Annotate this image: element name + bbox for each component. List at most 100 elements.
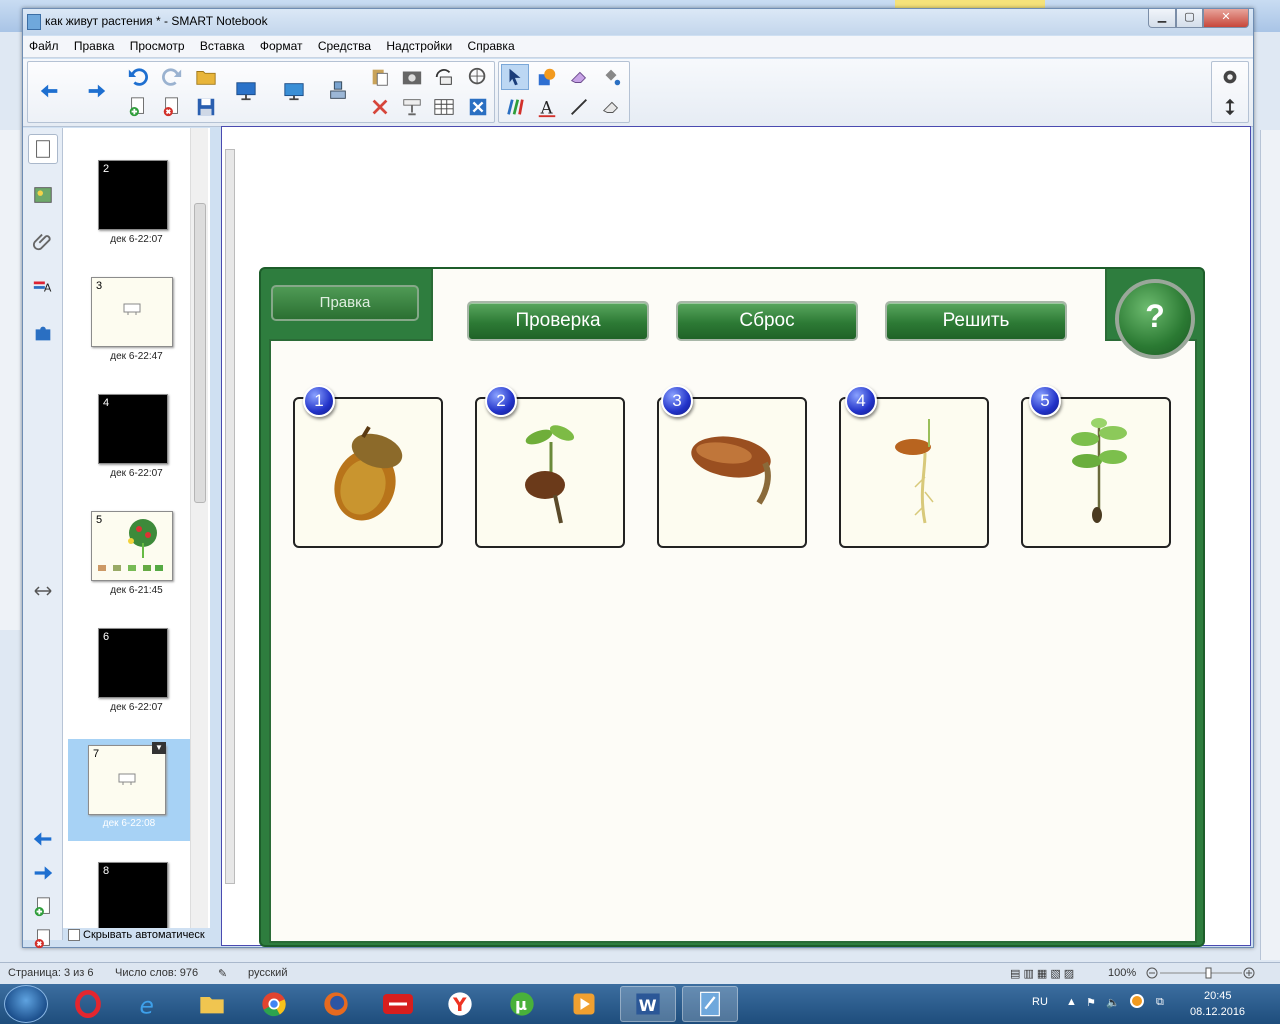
word-scrollbar[interactable] (1260, 130, 1280, 960)
text-tool-icon[interactable]: A (533, 94, 561, 120)
menu-file[interactable]: Файл (23, 36, 65, 56)
next-page-icon[interactable] (82, 78, 110, 104)
clock-date[interactable]: 08.12.2016 (1190, 1006, 1245, 1018)
screen-capture-icon[interactable] (398, 64, 426, 90)
sequence-card-root[interactable] (839, 397, 989, 548)
sequence-card-acorn[interactable] (293, 397, 443, 548)
page-sorter-tab-icon[interactable] (28, 134, 58, 164)
delete-page-icon[interactable] (158, 94, 186, 120)
keyboard-language[interactable]: RU (1032, 996, 1048, 1008)
shapes-icon[interactable] (533, 64, 561, 90)
close-window-icon[interactable] (464, 94, 492, 120)
utorrent-icon[interactable]: µ (494, 986, 550, 1022)
canvas-scroll-thumb[interactable] (225, 149, 235, 884)
delete-icon[interactable] (366, 94, 394, 120)
attachments-tab-icon[interactable] (28, 226, 58, 256)
media-app-icon[interactable] (370, 986, 426, 1022)
word-count[interactable]: Число слов: 976 (115, 967, 198, 979)
line-tool-icon[interactable] (565, 94, 593, 120)
yandex-browser-icon[interactable]: Y (432, 986, 488, 1022)
zoom-level[interactable]: 100% (1108, 967, 1136, 979)
addons-tab-icon[interactable] (28, 318, 58, 348)
sorter-add-page-icon[interactable] (28, 892, 58, 922)
view-mode-icons[interactable]: ▤ ▥ ▦ ▧ ▨ (1010, 967, 1074, 980)
autohide-checkbox-box[interactable] (68, 929, 80, 941)
show-hidden-icons-icon[interactable]: ▲ (1066, 996, 1077, 1008)
screen-shade-icon[interactable] (232, 78, 260, 104)
full-screen-icon[interactable] (280, 78, 308, 104)
menu-format[interactable]: Формат (254, 36, 309, 56)
clock-time[interactable]: 20:45 (1204, 990, 1232, 1002)
table-icon[interactable] (430, 94, 458, 120)
edit-button[interactable]: Правка (271, 285, 419, 321)
pens-icon[interactable] (501, 94, 529, 120)
page-thumbnail[interactable]: 4 дек 6-22:07 (63, 392, 210, 492)
paste-icon[interactable] (366, 64, 394, 90)
page-count[interactable]: Страница: 3 из 6 (8, 967, 94, 979)
word-taskbar-icon[interactable]: W (620, 986, 676, 1022)
page-thumbnail[interactable]: 2 дек 6-22:07 (63, 158, 210, 258)
gallery-tab-icon[interactable] (28, 180, 58, 210)
firefox-icon[interactable] (308, 986, 364, 1022)
page-thumbnail[interactable]: 3 дек 6-22:47 (63, 275, 210, 375)
solve-button[interactable]: Решить (885, 301, 1067, 341)
sorter-prev-page-icon[interactable] (28, 824, 58, 854)
move-toolbar-icon[interactable] (1216, 94, 1244, 120)
sequence-card-sprouting-acorn[interactable] (657, 397, 807, 548)
menu-addons[interactable]: Надстройки (380, 36, 458, 56)
smart-notebook-taskbar-icon[interactable] (682, 986, 738, 1022)
reset-button[interactable]: Сброс (676, 301, 858, 341)
menu-view[interactable]: Просмотр (124, 36, 191, 56)
previous-page-icon[interactable] (36, 78, 64, 104)
menu-tools[interactable]: Средства (312, 36, 377, 56)
eraser-tool-icon[interactable] (565, 64, 593, 90)
sequence-card-seedling[interactable] (475, 397, 625, 548)
fill-icon[interactable] (597, 64, 625, 90)
tray-app-icon[interactable] (1130, 994, 1144, 1008)
network-icon[interactable]: ⧉ (1156, 996, 1164, 1009)
page-thumbnail[interactable]: 6 дек 6-22:07 (63, 626, 210, 726)
zoom-slider[interactable] (1146, 966, 1255, 980)
close-button[interactable]: ✕ (1203, 9, 1249, 28)
opera-icon[interactable] (60, 986, 116, 1022)
minimize-button[interactable]: ▁ (1148, 9, 1176, 28)
sorter-scroll-thumb[interactable] (194, 203, 206, 503)
menu-help[interactable]: Справка (462, 36, 521, 56)
magic-pen-icon[interactable] (464, 64, 492, 90)
menu-insert[interactable]: Вставка (194, 36, 251, 56)
sorter-scrollbar[interactable] (190, 128, 208, 928)
gear-icon[interactable] (1216, 64, 1244, 90)
menu-edit[interactable]: Правка (68, 36, 121, 56)
redo-icon[interactable] (158, 64, 186, 90)
language[interactable]: русский (248, 967, 287, 979)
check-button[interactable]: Проверка (467, 301, 649, 341)
spellcheck-icon[interactable]: ✎ (218, 967, 227, 980)
video-player-icon[interactable] (556, 986, 612, 1022)
select-arrow-icon[interactable] (501, 64, 529, 90)
autohide-checkbox[interactable]: Скрывать автоматическ (68, 929, 205, 941)
add-page-icon[interactable] (124, 94, 152, 120)
file-explorer-icon[interactable] (184, 986, 240, 1022)
sorter-delete-page-icon[interactable] (28, 924, 58, 954)
canvas-scrollbar[interactable] (223, 134, 237, 934)
help-button[interactable]: ? (1115, 279, 1195, 359)
internet-explorer-icon[interactable]: e (122, 986, 178, 1022)
page-thumbnail[interactable]: 5 дек 6-21:45 (63, 509, 210, 609)
document-camera-icon[interactable] (324, 78, 352, 104)
page-thumbnail[interactable]: 8 (63, 860, 210, 928)
sorter-next-page-icon[interactable] (28, 858, 58, 888)
title-bar[interactable]: как живут растения * - SMART Notebook ▁ … (23, 9, 1253, 35)
rotate-icon[interactable] (430, 64, 458, 90)
action-center-icon[interactable]: ⚑ (1086, 996, 1096, 1009)
volume-icon[interactable]: 🔈 (1106, 996, 1120, 1009)
maximize-button[interactable]: ▢ (1176, 9, 1203, 28)
chrome-icon[interactable] (246, 986, 302, 1022)
screen-shade-toggle-icon[interactable] (398, 94, 426, 120)
page-thumbnail-selected[interactable]: 7 ▼ дек 6-22:08 (68, 739, 190, 841)
start-button[interactable] (4, 985, 48, 1023)
open-folder-icon[interactable] (192, 64, 220, 90)
save-icon[interactable] (192, 94, 220, 120)
sequence-card-young-oak[interactable] (1021, 397, 1171, 548)
resize-panel-icon[interactable] (28, 576, 58, 606)
undo-icon[interactable] (124, 64, 152, 90)
